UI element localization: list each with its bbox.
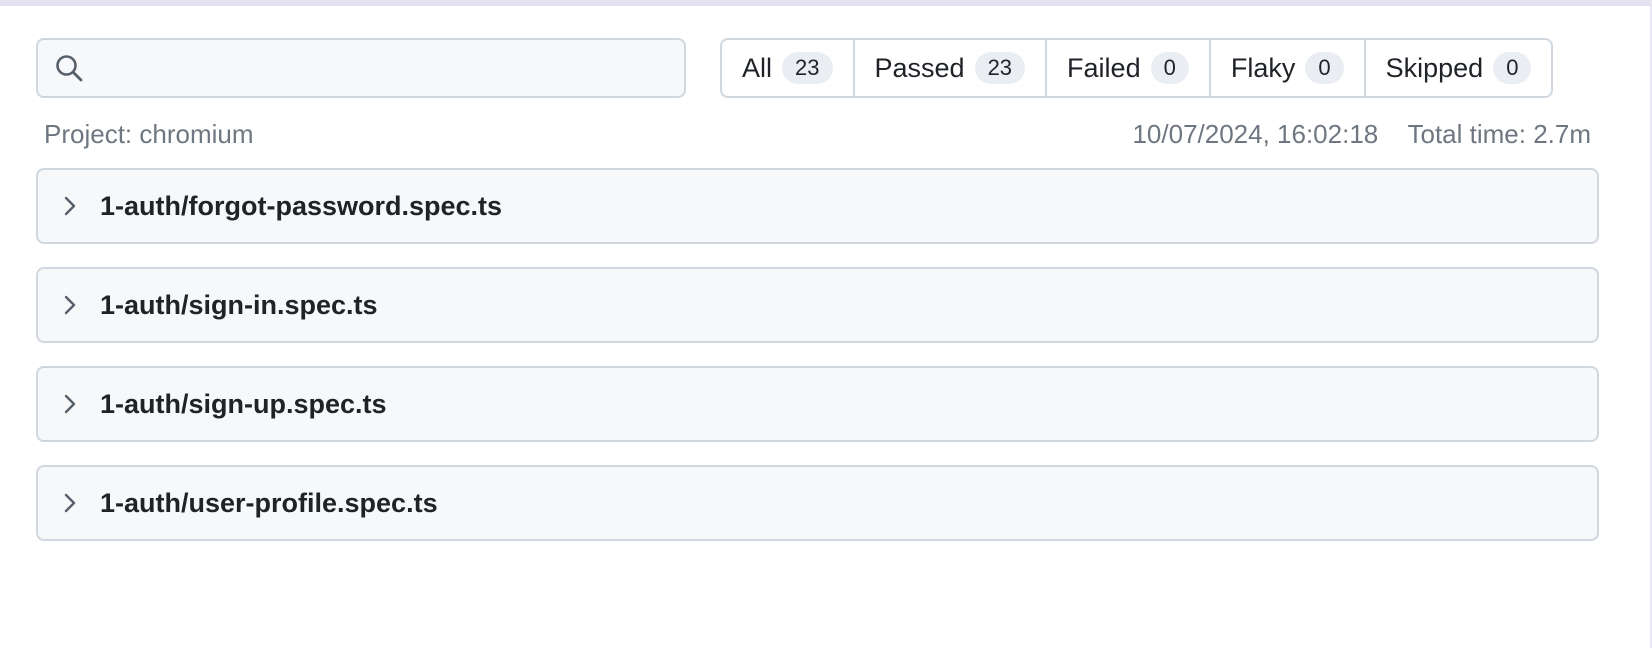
search-icon [54, 53, 84, 83]
spec-file-name: 1-auth/sign-in.spec.ts [100, 289, 378, 320]
filter-failed[interactable]: Failed 0 [1047, 40, 1211, 96]
spec-file-row[interactable]: 1-auth/sign-in.spec.ts [36, 267, 1599, 343]
spec-file-row[interactable]: 1-auth/user-profile.spec.ts [36, 465, 1599, 541]
filter-count-badge: 23 [782, 52, 833, 84]
chevron-right-icon[interactable] [60, 194, 80, 218]
status-filter-bar: All 23 Passed 23 Failed 0 Flaky 0 Skippe… [720, 38, 1554, 98]
spec-file-row[interactable]: 1-auth/forgot-password.spec.ts [36, 168, 1599, 244]
filter-label: Flaky [1230, 52, 1296, 83]
chevron-right-icon[interactable] [60, 293, 80, 317]
filter-all[interactable]: All 23 [722, 40, 855, 96]
chevron-right-icon[interactable] [60, 491, 80, 515]
spec-file-name: 1-auth/forgot-password.spec.ts [100, 190, 503, 221]
spec-file-name: 1-auth/user-profile.spec.ts [100, 487, 438, 518]
filter-flaky[interactable]: Flaky 0 [1211, 40, 1366, 96]
spec-file-name: 1-auth/sign-up.spec.ts [100, 388, 387, 419]
spec-file-row[interactable]: 1-auth/sign-up.spec.ts [36, 366, 1599, 442]
filter-count-badge: 0 [1493, 52, 1532, 84]
spec-file-list: 1-auth/forgot-password.spec.ts 1-auth/si… [36, 168, 1599, 541]
filter-count-badge: 0 [1150, 52, 1189, 84]
project-label: Project: chromium [44, 119, 254, 149]
filter-count-badge: 23 [974, 52, 1026, 84]
filter-label: Failed [1067, 52, 1141, 83]
filter-label: All [742, 52, 773, 83]
total-time: Total time: 2.7m [1407, 119, 1591, 149]
report-container: All 23 Passed 23 Failed 0 Flaky 0 Skippe… [36, 38, 1599, 564]
report-meta: Project: chromium 10/07/2024, 16:02:18 T… [36, 118, 1599, 150]
filter-passed[interactable]: Passed 23 [855, 40, 1048, 96]
search-input[interactable] [84, 39, 684, 97]
filter-count-badge: 0 [1305, 52, 1344, 84]
filter-label: Skipped [1385, 52, 1484, 83]
run-info: 10/07/2024, 16:02:18 Total time: 2.7m [1132, 118, 1591, 150]
window-top-strip [0, 0, 1652, 6]
chevron-right-icon[interactable] [60, 392, 80, 416]
filter-skipped[interactable]: Skipped 0 [1366, 40, 1552, 96]
run-timestamp: 10/07/2024, 16:02:18 [1132, 119, 1379, 149]
search-box[interactable] [36, 38, 686, 98]
filter-label: Passed [874, 52, 965, 83]
toolbar: All 23 Passed 23 Failed 0 Flaky 0 Skippe… [36, 38, 1599, 102]
